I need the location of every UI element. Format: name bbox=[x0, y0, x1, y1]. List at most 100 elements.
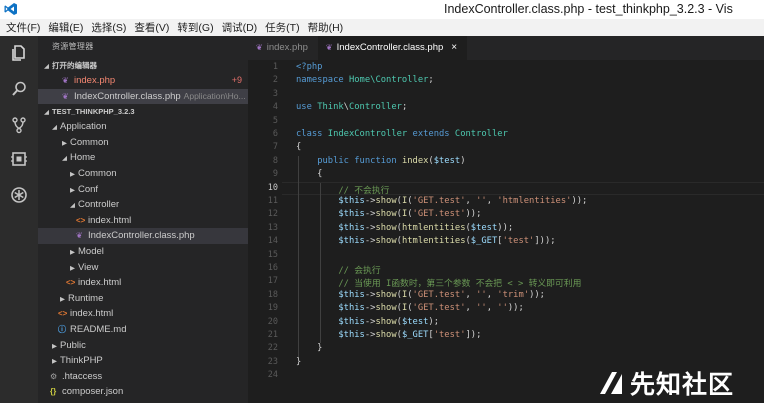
chevron-right-icon: ▶ bbox=[70, 264, 75, 272]
menu-debug[interactable]: 调试(D) bbox=[222, 20, 258, 35]
line-number: 21 bbox=[267, 330, 278, 340]
json-file-icon: {} bbox=[50, 387, 57, 397]
tree-file-app-index-html[interactable]: <> index.html bbox=[38, 306, 248, 322]
gear-icon: ⚙ bbox=[50, 371, 58, 381]
line-number: 7 bbox=[272, 142, 278, 153]
tree-folder-conf[interactable]: ▶ Conf bbox=[38, 182, 248, 198]
open-editor-index-php[interactable]: ❦ index.php +9 bbox=[38, 73, 248, 89]
tree-folder-thinkphp[interactable]: ▶ ThinkPHP bbox=[38, 353, 248, 369]
tree-folder-runtime[interactable]: ▶ Runtime bbox=[38, 291, 248, 307]
php-file-icon: ❦ bbox=[62, 76, 69, 85]
chevron-right-icon: ▶ bbox=[70, 170, 75, 178]
tree-folder-application[interactable]: ◢ Application bbox=[38, 119, 248, 135]
html-file-icon: <> bbox=[66, 278, 76, 288]
code-line[interactable]: <?php bbox=[296, 62, 322, 72]
tree-folder-home-common[interactable]: ▶ Common bbox=[38, 166, 248, 182]
extensions-icon[interactable] bbox=[8, 184, 30, 206]
source-control-icon[interactable] bbox=[8, 114, 30, 136]
tree-file-readme[interactable]: ⓘ README.md bbox=[38, 322, 248, 338]
tree-file-indexcontroller[interactable]: ❦ IndexController.class.php bbox=[38, 228, 248, 244]
chevron-right-icon: ▶ bbox=[52, 358, 57, 366]
line-number: 24 bbox=[267, 370, 278, 381]
problems-badge: +9 bbox=[231, 75, 242, 85]
tree-file-htaccess[interactable]: ⚙ .htaccess bbox=[38, 369, 248, 385]
files-icon[interactable] bbox=[8, 42, 30, 64]
open-editor-indexcontroller[interactable]: ❦ IndexController.class.php Application\Ho… bbox=[38, 88, 248, 105]
watermark: 先知社区 bbox=[598, 366, 734, 400]
line-number: 20 bbox=[267, 316, 278, 327]
menu-bar: 文件(F) 编辑(E) 选择(S) 查看(V) 转到(G) 调试(D) 任务(T… bbox=[0, 19, 764, 36]
code-line[interactable]: $this->show($_GET['test']); bbox=[296, 330, 481, 340]
tree-folder-view[interactable]: ▶ View bbox=[38, 260, 248, 276]
xianzhi-logo-icon bbox=[600, 372, 622, 394]
tab-indexcontroller[interactable]: ❦ IndexController.class.php × bbox=[317, 36, 468, 60]
code-line[interactable]: // 当使用 I函数时，第三个参数 不会把 < > 转义即可利用 bbox=[296, 276, 581, 289]
code-line[interactable]: } bbox=[296, 357, 301, 367]
line-number: 1 bbox=[272, 62, 278, 72]
code-line[interactable]: { bbox=[296, 142, 301, 152]
menu-edit[interactable]: 编辑(E) bbox=[48, 20, 83, 35]
tree-folder-home[interactable]: ◢ Home bbox=[38, 150, 248, 166]
tree-file-home-index-html[interactable]: <> index.html bbox=[38, 275, 248, 291]
menu-tasks[interactable]: 任务(T) bbox=[265, 20, 299, 35]
code-line[interactable]: $this->show(htmlentities($_GET['test']))… bbox=[296, 236, 555, 246]
tree-folder-model[interactable]: ▶ Model bbox=[38, 244, 248, 260]
chevron-down-icon: ◢ bbox=[62, 155, 67, 163]
chevron-down-icon: ◢ bbox=[44, 63, 49, 70]
line-number: 8 bbox=[272, 155, 278, 166]
indent-guide bbox=[320, 182, 321, 344]
code-line[interactable]: namespace Home\Controller; bbox=[296, 75, 434, 85]
tree-folder-public[interactable]: ▶ Public bbox=[38, 338, 248, 354]
indent-guide bbox=[298, 155, 299, 357]
html-file-icon: <> bbox=[58, 309, 68, 319]
line-number: 18 bbox=[267, 289, 278, 300]
tree-folder-common[interactable]: ▶ Common bbox=[38, 135, 248, 151]
menu-file[interactable]: 文件(F) bbox=[6, 20, 40, 35]
debug-icon[interactable] bbox=[8, 148, 30, 170]
code-line[interactable]: } bbox=[296, 343, 322, 353]
menu-view[interactable]: 查看(V) bbox=[134, 20, 169, 35]
file-label: index.php bbox=[74, 75, 116, 86]
project-section[interactable]: ◢ TEST_THINKPHP_3.2.3 bbox=[38, 104, 248, 119]
code-line[interactable]: $this->show(I('GET.test', '', 'htmlentit… bbox=[296, 196, 587, 206]
tab-index-php[interactable]: ❦ index.php bbox=[248, 36, 318, 60]
line-number: 22 bbox=[267, 343, 278, 354]
open-editors-section[interactable]: ◢ 打开的编辑器 bbox=[38, 58, 248, 73]
file-label: IndexController.class.php bbox=[74, 90, 181, 102]
code-line[interactable]: // 会执行 bbox=[296, 263, 380, 276]
chevron-right-icon: ▶ bbox=[70, 186, 75, 194]
line-number: 23 bbox=[267, 356, 278, 367]
code-line[interactable]: $this->show(I('GET.test', '', '')); bbox=[296, 303, 523, 313]
code-editor[interactable]: 1 2 3 4 5 6 7 8 9 10 11 12 13 14 15 16 17 18 19 20 21 22 23 24 … bbox=[248, 60, 764, 403]
chevron-down-icon: ◢ bbox=[44, 109, 49, 117]
code-line[interactable]: // 不会执行 bbox=[296, 183, 389, 196]
title-bar: IndexController.class.php - test_thinkph… bbox=[0, 0, 764, 19]
tree-folder-controller[interactable]: ◢ Controller bbox=[38, 197, 248, 213]
tree-file-composer-json[interactable]: {} composer.json bbox=[38, 384, 248, 400]
code-line[interactable]: $this->show($test); bbox=[296, 317, 439, 327]
code-line[interactable]: $this->show(htmlentities($test)); bbox=[296, 223, 513, 233]
html-file-icon: <> bbox=[76, 215, 86, 225]
line-number: 6 bbox=[272, 129, 278, 139]
code-line[interactable]: public function index($test) bbox=[296, 156, 465, 166]
tree-file-controller-index-html[interactable]: <> index.html bbox=[38, 213, 248, 229]
line-number: 14 bbox=[267, 236, 278, 247]
code-line[interactable]: $this->show(I('GET.test')); bbox=[296, 209, 481, 219]
code-line[interactable]: class IndexController extends Controller bbox=[296, 129, 508, 139]
window-title: IndexController.class.php - test_thinkph… bbox=[444, 2, 733, 16]
line-number: 4 bbox=[272, 102, 278, 113]
php-file-icon: ❦ bbox=[256, 43, 263, 52]
activity-bar bbox=[0, 36, 38, 403]
line-number: 15 bbox=[267, 249, 278, 260]
editor-tabs: ❦ index.php ❦ IndexController.class.php × bbox=[248, 36, 764, 60]
menu-selection[interactable]: 选择(S) bbox=[91, 20, 126, 35]
code-line[interactable]: { bbox=[296, 169, 322, 179]
close-icon[interactable]: × bbox=[451, 36, 457, 60]
code-line[interactable]: use Think\Controller; bbox=[296, 102, 407, 112]
chevron-right-icon: ▶ bbox=[52, 342, 57, 350]
file-path-description: Application\Ho... bbox=[183, 90, 246, 101]
menu-help[interactable]: 帮助(H) bbox=[308, 20, 344, 35]
menu-goto[interactable]: 转到(G) bbox=[177, 20, 213, 35]
code-line[interactable]: $this->show(I('GET.test', '', 'trim')); bbox=[296, 290, 545, 300]
search-icon[interactable] bbox=[8, 78, 30, 100]
